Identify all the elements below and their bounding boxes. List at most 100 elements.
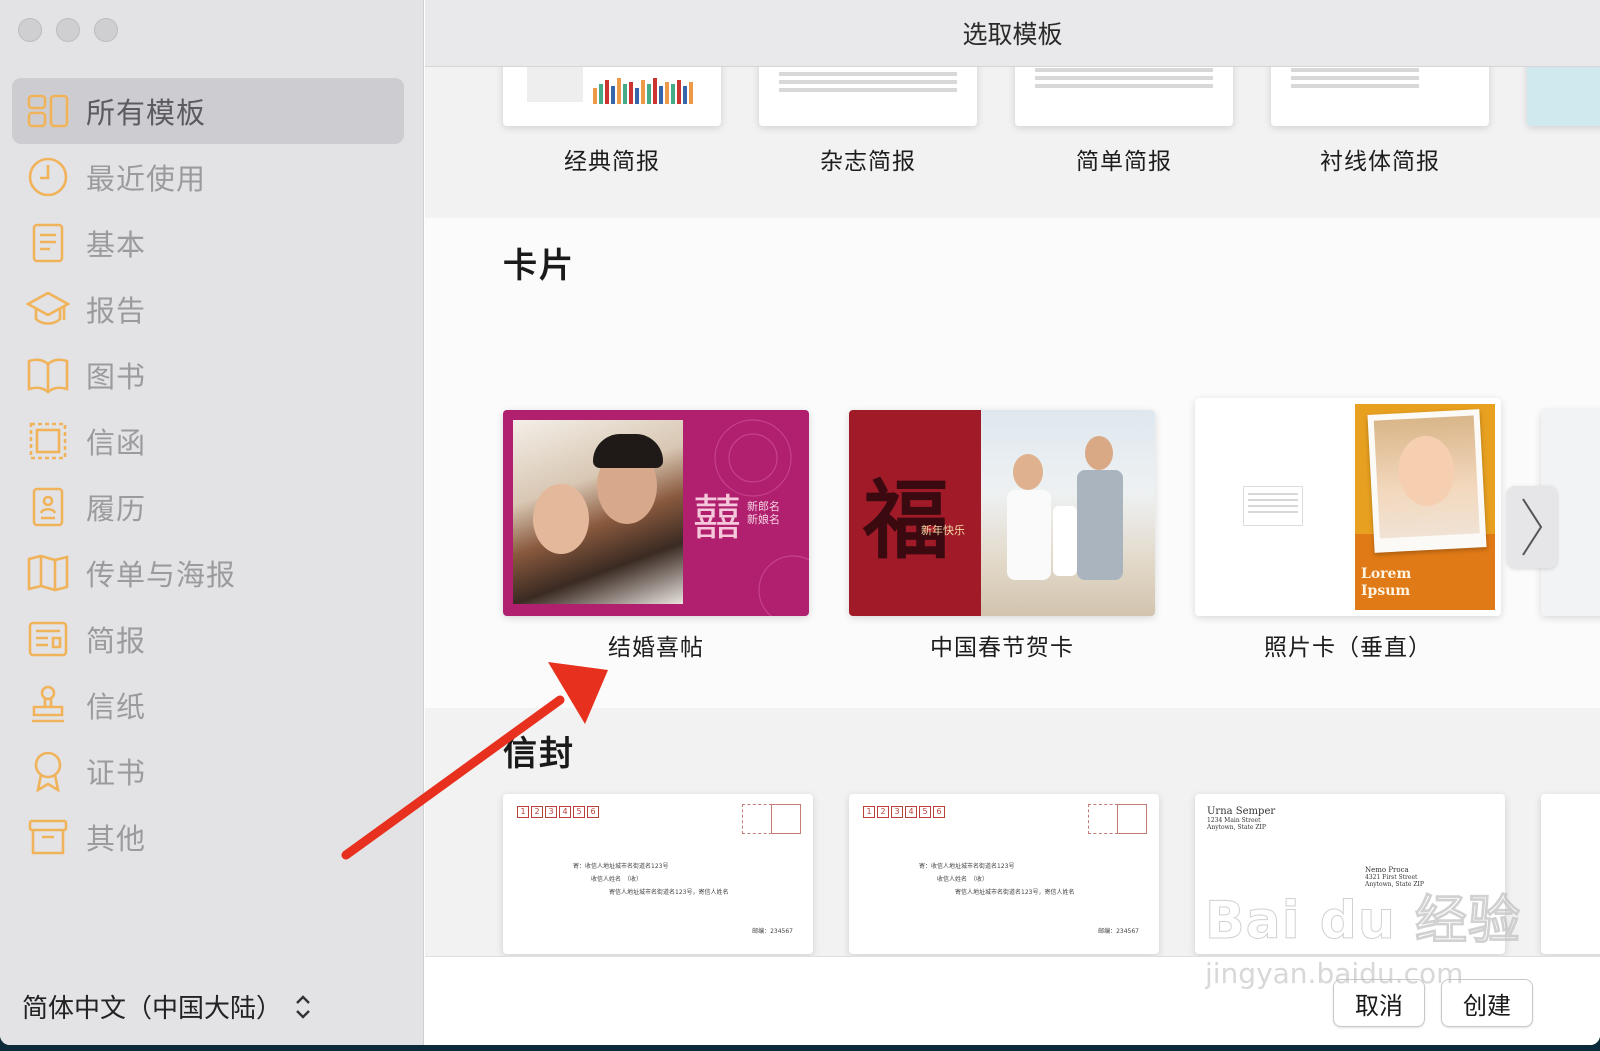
baidu-watermark: Bai du 经验 jingyan.baidu.com (1205, 878, 1590, 1008)
zip-digit: 4 (905, 806, 917, 818)
section-title: 卡片 (503, 246, 575, 286)
sidebar-item-label: 基本 (86, 228, 147, 262)
resume-icon (24, 483, 72, 531)
sidebar-item-label: 简报 (86, 624, 147, 658)
template-thumb-envelope-chinese-2[interactable]: 1 2 3 4 5 6 寄：收信人地址城市名街道名123号 收信人姓名 （收） (849, 794, 1159, 954)
watermark-url: jingyan.baidu.com (1205, 957, 1464, 990)
stamp-frame-icon (24, 417, 72, 465)
sidebar-item-books[interactable]: 图书 (12, 342, 404, 408)
template-thumb-simple-newsletter[interactable] (1015, 66, 1233, 126)
sidebar-item-label: 所有模板 (86, 96, 207, 130)
zip-digit: 4 (559, 806, 571, 818)
sidebar-item-stationery[interactable]: 信纸 (12, 672, 404, 738)
postcode: 邮编：234567 (1098, 928, 1139, 935)
ribbon-icon (24, 747, 72, 795)
recipient-name: 收信人姓名 （收） (591, 876, 643, 883)
bride-name: 新娘名 (747, 513, 780, 526)
sidebar-item-certificates[interactable]: 证书 (12, 738, 404, 804)
sidebar-item-label: 报告 (86, 294, 147, 328)
child-photo (1367, 409, 1487, 553)
sidebar-item-label: 最近使用 (86, 162, 207, 196)
sidebar-item-letters[interactable]: 信函 (12, 408, 404, 474)
sidebar-item-newsletters[interactable]: 简报 (12, 606, 404, 672)
zip-digit: 5 (573, 806, 585, 818)
template-thumb-spring-festival-card[interactable]: 福 新年快乐 (849, 410, 1155, 616)
sidebar-item-label: 履历 (86, 492, 147, 526)
sidebar-item-label: 证书 (86, 756, 147, 790)
template-thumb-wedding-invitation[interactable]: 囍 新郎名 新娘名 (503, 410, 809, 616)
sidebar-item-resumes[interactable]: 履历 (12, 474, 404, 540)
sidebar-item-label: 其他 (86, 822, 147, 856)
zip-digit: 5 (919, 806, 931, 818)
orange-panel: Lorem Ipsum (1355, 404, 1495, 610)
template-thumb-serif-newsletter[interactable] (1271, 66, 1489, 126)
template-thumb-envelope-chinese-1[interactable]: 1 2 3 4 5 6 寄：收信人地址城市名街道名123号 收信人姓名 （收） (503, 794, 813, 954)
section-title: 信封 (503, 734, 575, 774)
groom-name: 新郎名 (747, 500, 780, 513)
newsletter-icon (24, 615, 72, 663)
template-scroll-area[interactable]: 经典简报 杂志简报 简单简报 衬线体简报 卡片 囍 新郎名 新娘名 福 新年快乐… (425, 66, 1600, 956)
envelope-address: 寄：收信人地址城市名街道名123号 收信人姓名 （收） 寄信人地址城市名街道名1… (573, 860, 728, 899)
document-icon (24, 219, 72, 267)
watermark-brand: Bai du 经验 (1205, 891, 1521, 952)
minimize-window-button[interactable] (56, 18, 80, 42)
map-icon (24, 549, 72, 597)
stamp-icon (24, 681, 72, 729)
photo-card-line2: Ipsum (1361, 583, 1411, 599)
clock-icon (24, 153, 72, 201)
chevron-up-down-icon (294, 994, 312, 1020)
template-label: 照片卡（垂直） (1264, 635, 1432, 661)
template-label: 中国春节贺卡 (930, 635, 1074, 661)
sender-address: 寄信人地址城市名街道名123号，寄信人姓名 (609, 889, 729, 896)
template-thumb-classic-newsletter[interactable] (503, 66, 721, 126)
close-window-button[interactable] (18, 18, 42, 42)
language-selector[interactable]: 简体中文（中国大陆） (22, 988, 312, 1025)
recipient-name: Nemo Proca (1365, 866, 1409, 874)
zip-digit: 1 (863, 806, 875, 818)
sidebar-item-all-templates[interactable]: 所有模板 (12, 78, 404, 144)
new-year-text: 新年快乐 (921, 524, 965, 537)
envelope-address: 寄：收信人地址城市名街道名123号 收信人姓名 （收） 寄信人地址城市名街道名1… (919, 860, 1074, 899)
double-happiness-glyph: 囍 (693, 490, 742, 546)
zip-boxes: 1 2 3 4 5 6 (863, 806, 945, 818)
card-text: 新郎名 新娘名 (747, 500, 780, 526)
zoom-window-button[interactable] (94, 18, 118, 42)
fu-glyph: 福 (863, 470, 949, 571)
zip-digit: 1 (517, 806, 529, 818)
stamp-boxes (742, 804, 801, 834)
template-thumb-magazine-newsletter[interactable] (759, 66, 977, 126)
zip-digit: 2 (877, 806, 889, 818)
sidebar-item-label: 信函 (86, 426, 147, 460)
sidebar: 所有模板 最近使用 基本 报告 图书 信函 履历 传单与海报 简报 信纸 证书 … (0, 0, 424, 1045)
sender-city: Anytown, State ZIP (1207, 824, 1266, 831)
template-label: 结婚喜帖 (608, 635, 704, 661)
language-label: 简体中文（中国大陆） (22, 994, 283, 1024)
recipient-name: 收信人姓名 （收） (937, 876, 989, 883)
grid-icon (24, 87, 72, 135)
family-photo (981, 410, 1155, 616)
sender-street: 1234 Main Street (1207, 817, 1261, 824)
zip-boxes: 1 2 3 4 5 6 (517, 806, 599, 818)
sidebar-item-label: 图书 (86, 360, 147, 394)
bar-chart-graphic (593, 78, 693, 104)
chevron-right-icon (1522, 498, 1543, 556)
template-thumb-photo-card-vertical[interactable]: Lorem Ipsum (1195, 398, 1501, 616)
photo-card-text: Lorem Ipsum (1361, 566, 1411, 600)
zip-digit: 3 (891, 806, 903, 818)
sender-address: 寄信人地址城市名街道名123号，寄信人姓名 (955, 889, 1075, 896)
sidebar-item-basic[interactable]: 基本 (12, 210, 404, 276)
zip-digit: 2 (531, 806, 543, 818)
photo-card-line1: Lorem (1361, 566, 1412, 582)
zip-digit: 6 (933, 806, 945, 818)
template-label: 衬线体简报 (1320, 149, 1440, 175)
sidebar-item-recent[interactable]: 最近使用 (12, 144, 404, 210)
template-thumb-partial[interactable] (1527, 66, 1600, 126)
sidebar-item-reports[interactable]: 报告 (12, 276, 404, 342)
sidebar-item-other[interactable]: 其他 (12, 804, 404, 870)
newsletter-section: 经典简报 杂志简报 简单简报 衬线体简报 (425, 66, 1600, 218)
recipient-address: 寄：收信人地址城市名街道名123号 (919, 863, 1015, 870)
stamp-boxes (1088, 804, 1147, 834)
sender-block: Urna Semper 1234 Main Street Anytown, St… (1207, 806, 1275, 831)
carousel-next-button[interactable] (1507, 486, 1557, 568)
sidebar-item-flyers-posters[interactable]: 传单与海报 (12, 540, 404, 606)
